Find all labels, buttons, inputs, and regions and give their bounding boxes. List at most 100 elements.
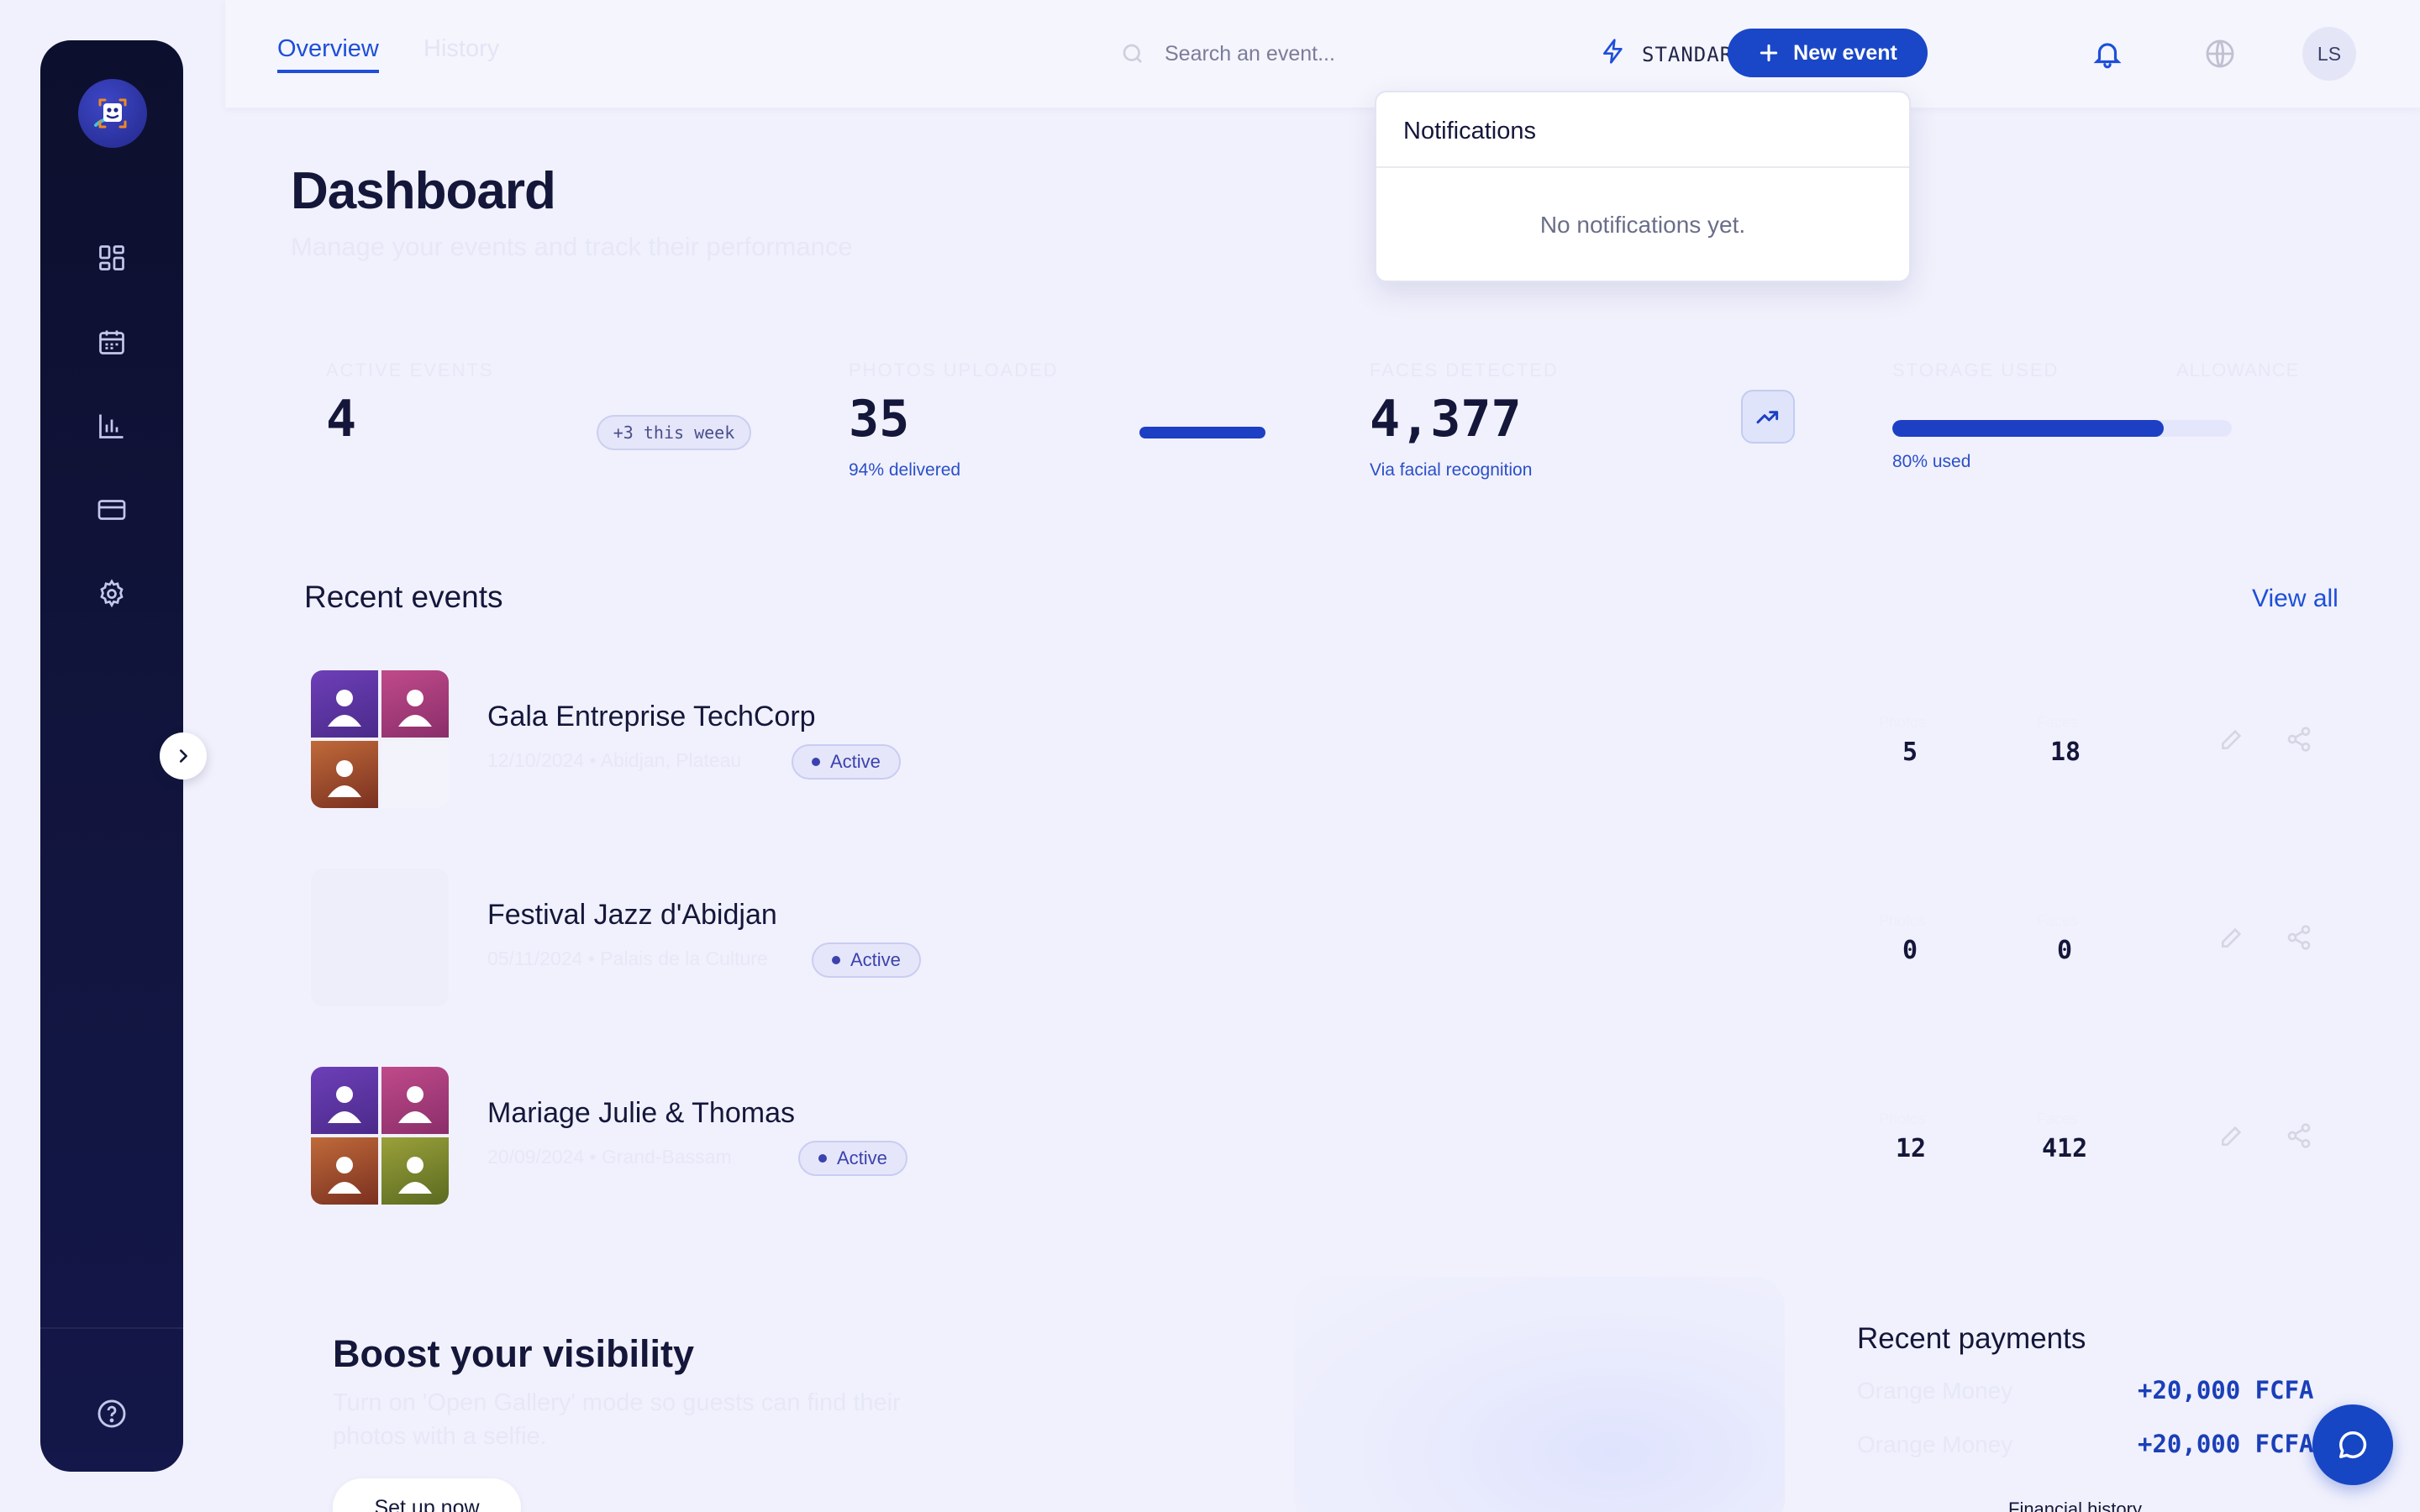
setup-now-button[interactable]: Set up now — [333, 1478, 521, 1512]
page-title: Dashboard — [291, 162, 556, 220]
boost-illustration — [1294, 1277, 1785, 1512]
payment-method: Orange Money — [1857, 1431, 2013, 1457]
person-photo — [381, 1067, 449, 1134]
lightning-icon — [1600, 37, 1627, 71]
event-meta: 12/10/2024 • Abidjan, Plateau — [487, 749, 742, 771]
tab-history[interactable]: History — [424, 35, 499, 63]
stat-sub: 94% delivered — [849, 460, 961, 480]
app-logo[interactable] — [78, 79, 147, 148]
boost-title: Boost your visibility — [333, 1332, 695, 1375]
photos-label: Photos — [1879, 912, 1927, 929]
faces-count: 0 — [2057, 936, 2073, 965]
faces-count: 18 — [2050, 738, 2081, 767]
search-icon — [1116, 37, 1150, 71]
stat-label: STORAGE USED — [1892, 360, 2060, 381]
notifications-empty-text: No notifications yet. — [1539, 212, 1746, 238]
recent-payments-title: Recent payments — [1857, 1322, 2086, 1355]
event-thumbnail[interactable] — [311, 1067, 449, 1205]
edit-icon[interactable] — [2215, 722, 2249, 756]
payment-amount: +20,000 FCFA — [2138, 1376, 2314, 1404]
event-name[interactable]: Gala Entreprise TechCorp — [487, 701, 816, 733]
photos-label: Photos — [1879, 714, 1927, 731]
faces-count: 412 — [2042, 1134, 2088, 1163]
globe-icon[interactable] — [2200, 34, 2240, 74]
trending-up-icon — [1756, 411, 1779, 424]
stat-sub: 80% used — [1892, 452, 1971, 471]
chat-icon — [2339, 1431, 2367, 1458]
notifications-divider — [1376, 166, 1909, 168]
event-meta: 20/09/2024 • Grand-Bassam — [487, 1146, 732, 1168]
edit-icon[interactable] — [2215, 921, 2249, 954]
share-icon[interactable] — [2282, 921, 2316, 954]
event-thumbnail[interactable] — [311, 670, 449, 808]
person-photo — [311, 1137, 378, 1205]
empty-photo-slot — [381, 741, 449, 808]
view-all-link[interactable]: View all — [2252, 585, 2338, 613]
financial-history-link[interactable]: Financial history — [2008, 1499, 2142, 1512]
person-photo — [381, 670, 449, 738]
person-photo — [311, 670, 378, 738]
top-bar: Overview History STANDARD PLAN — [225, 0, 2420, 108]
notifications-title: Notifications — [1403, 118, 1536, 144]
faces-label: Faces — [2037, 1110, 2079, 1127]
page-subtitle: Manage your events and track their perfo… — [291, 232, 853, 261]
stat-label: FACES DETECTED — [1370, 360, 1559, 381]
new-event-button[interactable]: New event — [1728, 29, 1928, 77]
status-dot — [812, 758, 820, 766]
status-label: Active — [830, 751, 881, 772]
payment-amount: +20,000 FCFA — [2138, 1430, 2314, 1458]
stat-label: PHOTOS UPLOADED — [849, 360, 1059, 381]
status-label: Active — [850, 949, 901, 970]
chat-button[interactable] — [2312, 1404, 2393, 1485]
bell-icon[interactable] — [2087, 34, 2128, 74]
search-input[interactable] — [1165, 41, 1518, 66]
status-dot — [832, 956, 840, 964]
search-bar — [1116, 30, 1536, 77]
share-icon[interactable] — [2282, 722, 2316, 756]
avatar[interactable]: LS — [2302, 27, 2356, 81]
new-event-label: New event — [1793, 40, 1897, 65]
dashboard-icon[interactable] — [92, 239, 131, 277]
stat-side-label: ALLOWANCE — [2176, 360, 2300, 381]
person-photo — [311, 1067, 378, 1134]
tab-overview[interactable]: Overview — [277, 35, 379, 73]
event-name[interactable]: Mariage Julie & Thomas — [487, 1097, 795, 1130]
event-thumbnail-placeholder[interactable] — [311, 869, 449, 1006]
event-name[interactable]: Festival Jazz d'Abidjan — [487, 899, 777, 932]
trend-button[interactable] — [1741, 390, 1795, 444]
photos-count: 0 — [1902, 936, 1918, 965]
status-badge: Active — [812, 942, 921, 978]
person-photo — [381, 1137, 449, 1205]
sidebar-expand-button[interactable] — [160, 732, 207, 780]
delivered-bar — [1139, 427, 1265, 438]
calendar-icon[interactable] — [92, 323, 131, 361]
bar-chart-icon[interactable] — [92, 407, 131, 445]
status-dot — [818, 1154, 827, 1163]
stat-chip: +3 this week — [597, 415, 751, 450]
faces-label: Faces — [2037, 714, 2079, 731]
stat-value: 4,377 — [1370, 390, 1522, 449]
photos-count: 5 — [1902, 738, 1918, 767]
credit-card-icon[interactable] — [92, 491, 131, 529]
stat-value: 35 — [849, 390, 910, 449]
storage-progress-fill — [1892, 420, 2165, 437]
recent-events-title: Recent events — [304, 580, 503, 614]
boost-description: Turn on 'Open Gallery' mode so guests ca… — [333, 1389, 901, 1450]
faces-label: Faces — [2037, 912, 2079, 929]
storage-progress — [1892, 420, 2232, 437]
status-badge: Active — [798, 1141, 908, 1176]
payment-method: Orange Money — [1857, 1378, 2013, 1404]
chevron-right-icon — [179, 749, 187, 763]
stat-sub: Via facial recognition — [1370, 460, 1533, 480]
person-photo — [311, 741, 378, 808]
edit-icon[interactable] — [2215, 1119, 2249, 1152]
help-icon[interactable] — [92, 1394, 131, 1433]
photos-count: 12 — [1896, 1134, 1927, 1163]
stat-label: ACTIVE EVENTS — [326, 360, 494, 381]
share-icon[interactable] — [2282, 1119, 2316, 1152]
event-meta: 05/11/2024 • Palais de la Culture — [487, 948, 768, 969]
stat-value: 4 — [326, 390, 357, 449]
settings-icon[interactable] — [92, 575, 131, 613]
plus-icon — [1760, 44, 1778, 62]
status-badge: Active — [792, 744, 901, 780]
